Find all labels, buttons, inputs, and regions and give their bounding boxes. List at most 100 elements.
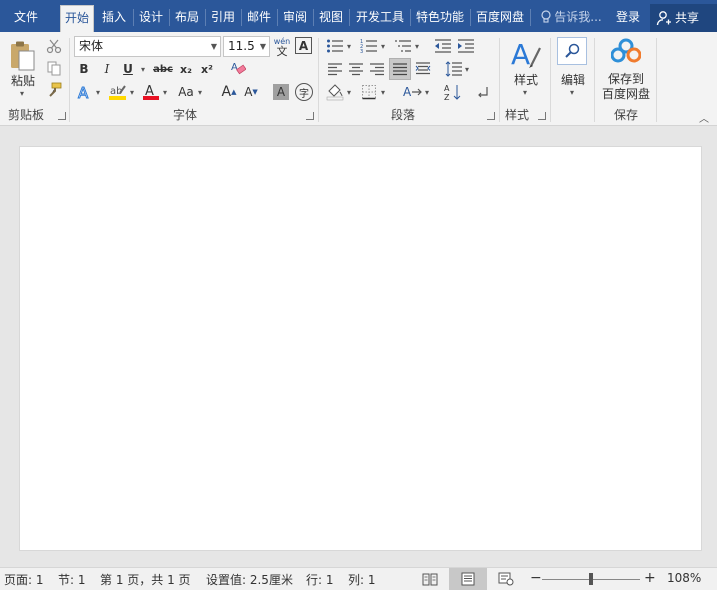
font-size-value: 11.5: [228, 39, 255, 53]
bullets-button[interactable]: [325, 37, 345, 55]
clipboard-launcher[interactable]: [58, 112, 66, 120]
change-case-dropdown-arrow[interactable]: ▾: [198, 88, 202, 97]
align-center-button[interactable]: [346, 60, 366, 78]
styles-launcher[interactable]: [538, 112, 546, 120]
enclose-characters-button[interactable]: 字: [295, 83, 313, 101]
tab-references[interactable]: 引用: [208, 5, 238, 32]
ribbon-tab-bar: 文件 开始 插入 设计 布局 引用 邮件 审阅 视图 开发工具 特色功能 百度网…: [0, 0, 717, 32]
print-layout-button[interactable]: [449, 568, 487, 590]
shading-button[interactable]: [325, 83, 345, 101]
increase-indent-button[interactable]: [456, 37, 476, 55]
tab-layout[interactable]: 布局: [172, 5, 202, 32]
change-case-button[interactable]: Aa: [176, 83, 196, 101]
strikethrough-button[interactable]: abc: [152, 61, 174, 77]
read-mode-button[interactable]: [420, 570, 440, 588]
decrease-indent-button[interactable]: [433, 37, 453, 55]
editing-button[interactable]: 编辑 ▾: [554, 36, 592, 102]
zoom-slider-thumb[interactable]: [589, 573, 593, 585]
clear-formatting-button[interactable]: A: [229, 59, 247, 77]
line-spacing-dropdown-arrow[interactable]: ▾: [465, 65, 469, 74]
styles-dropdown-arrow[interactable]: ▾: [523, 88, 527, 97]
bold-button[interactable]: B: [76, 61, 92, 77]
bullets-dropdown-arrow[interactable]: ▾: [347, 42, 351, 51]
sort-button[interactable]: AZ: [444, 83, 462, 101]
phonetic-guide-button[interactable]: wén 文: [272, 35, 292, 59]
character-shading-button[interactable]: A: [273, 84, 289, 100]
collapse-ribbon-button[interactable]: ︿: [697, 112, 711, 125]
editing-dropdown-arrow[interactable]: ▾: [570, 88, 574, 97]
font-color-button[interactable]: A: [142, 83, 160, 101]
tab-divider: [169, 9, 170, 26]
distributed-icon: [415, 62, 431, 75]
distributed-button[interactable]: [413, 60, 433, 78]
borders-button[interactable]: [359, 83, 379, 101]
grow-font-button[interactable]: A ▲: [220, 83, 238, 101]
shading-dropdown-arrow[interactable]: ▾: [347, 88, 351, 97]
status-setting[interactable]: 设置值: 2.5厘米: [206, 571, 293, 588]
numbering-dropdown-arrow[interactable]: ▾: [381, 42, 385, 51]
chinese-layout-button[interactable]: A: [402, 83, 424, 101]
font-color-icon: A: [143, 84, 159, 100]
font-size-combo[interactable]: 11.5 ▼: [223, 36, 270, 57]
format-painter-button[interactable]: [44, 81, 64, 99]
show-marks-button[interactable]: [474, 83, 492, 101]
align-right-button[interactable]: [367, 60, 387, 78]
align-left-button[interactable]: [325, 60, 345, 78]
copy-button[interactable]: [44, 59, 64, 77]
text-effects-dropdown-arrow[interactable]: ▾: [96, 88, 100, 97]
status-page[interactable]: 页面: 1: [4, 571, 44, 588]
paste-label: 粘贴: [10, 74, 35, 88]
caret-up-icon: ▲: [231, 88, 237, 96]
italic-button[interactable]: I: [99, 61, 115, 77]
tab-mailings[interactable]: 邮件: [244, 5, 274, 32]
underline-button[interactable]: U: [120, 61, 136, 77]
character-border-button[interactable]: A: [295, 37, 312, 54]
group-divider: [656, 38, 657, 122]
status-page-of[interactable]: 第 1 页，共 1 页: [100, 571, 191, 588]
save-to-baidu-button[interactable]: 保存到 百度网盘: [598, 36, 654, 102]
status-row[interactable]: 行: 1: [306, 571, 334, 588]
zoom-out-button[interactable]: −: [530, 570, 542, 586]
zoom-in-button[interactable]: +: [644, 570, 656, 586]
cut-button[interactable]: [44, 37, 64, 55]
web-layout-button[interactable]: [496, 570, 516, 588]
document-page[interactable]: [19, 146, 702, 551]
zoom-level[interactable]: 108%: [667, 571, 701, 585]
subscript-button[interactable]: x₂: [177, 61, 195, 77]
tab-baidu[interactable]: 百度网盘: [472, 5, 528, 32]
tab-review[interactable]: 审阅: [280, 5, 310, 32]
styles-button[interactable]: A 样式 ▾: [504, 36, 548, 102]
multilevel-list-button[interactable]: [393, 37, 413, 55]
paste-dropdown-arrow[interactable]: ▾: [20, 89, 24, 98]
font-name-combo[interactable]: 宋体 ▼: [74, 36, 221, 57]
paragraph-launcher[interactable]: [487, 112, 495, 120]
status-section[interactable]: 节: 1: [58, 571, 86, 588]
font-launcher[interactable]: [306, 112, 314, 120]
shrink-font-button[interactable]: A ▼: [242, 83, 260, 101]
tab-file[interactable]: 文件: [6, 5, 46, 32]
line-spacing-button[interactable]: [444, 60, 464, 78]
share-button[interactable]: 共享: [650, 4, 717, 32]
svg-text:A: A: [511, 38, 530, 70]
chinese-layout-dropdown-arrow[interactable]: ▾: [425, 88, 429, 97]
superscript-button[interactable]: x²: [198, 61, 216, 77]
tab-developer[interactable]: 开发工具: [352, 5, 408, 32]
tab-view[interactable]: 视图: [316, 5, 346, 32]
tab-home[interactable]: 开始: [60, 5, 94, 32]
paste-button[interactable]: 粘贴 ▾: [6, 38, 40, 100]
borders-dropdown-arrow[interactable]: ▾: [381, 88, 385, 97]
justify-button[interactable]: [389, 58, 411, 80]
status-col[interactable]: 列: 1: [348, 571, 376, 588]
tab-insert[interactable]: 插入: [98, 5, 130, 32]
tab-special[interactable]: 特色功能: [412, 5, 468, 32]
tell-me-search[interactable]: 告诉我...: [536, 5, 606, 32]
login-button[interactable]: 登录: [612, 5, 644, 32]
numbering-button[interactable]: 123: [359, 37, 379, 55]
tab-design[interactable]: 设计: [136, 5, 166, 32]
multilevel-dropdown-arrow[interactable]: ▾: [415, 42, 419, 51]
highlight-dropdown-arrow[interactable]: ▾: [130, 88, 134, 97]
highlight-button[interactable]: ab: [108, 83, 128, 101]
underline-dropdown-arrow[interactable]: ▾: [141, 65, 145, 74]
text-effects-button[interactable]: A: [76, 83, 94, 102]
font-color-dropdown-arrow[interactable]: ▾: [163, 88, 167, 97]
